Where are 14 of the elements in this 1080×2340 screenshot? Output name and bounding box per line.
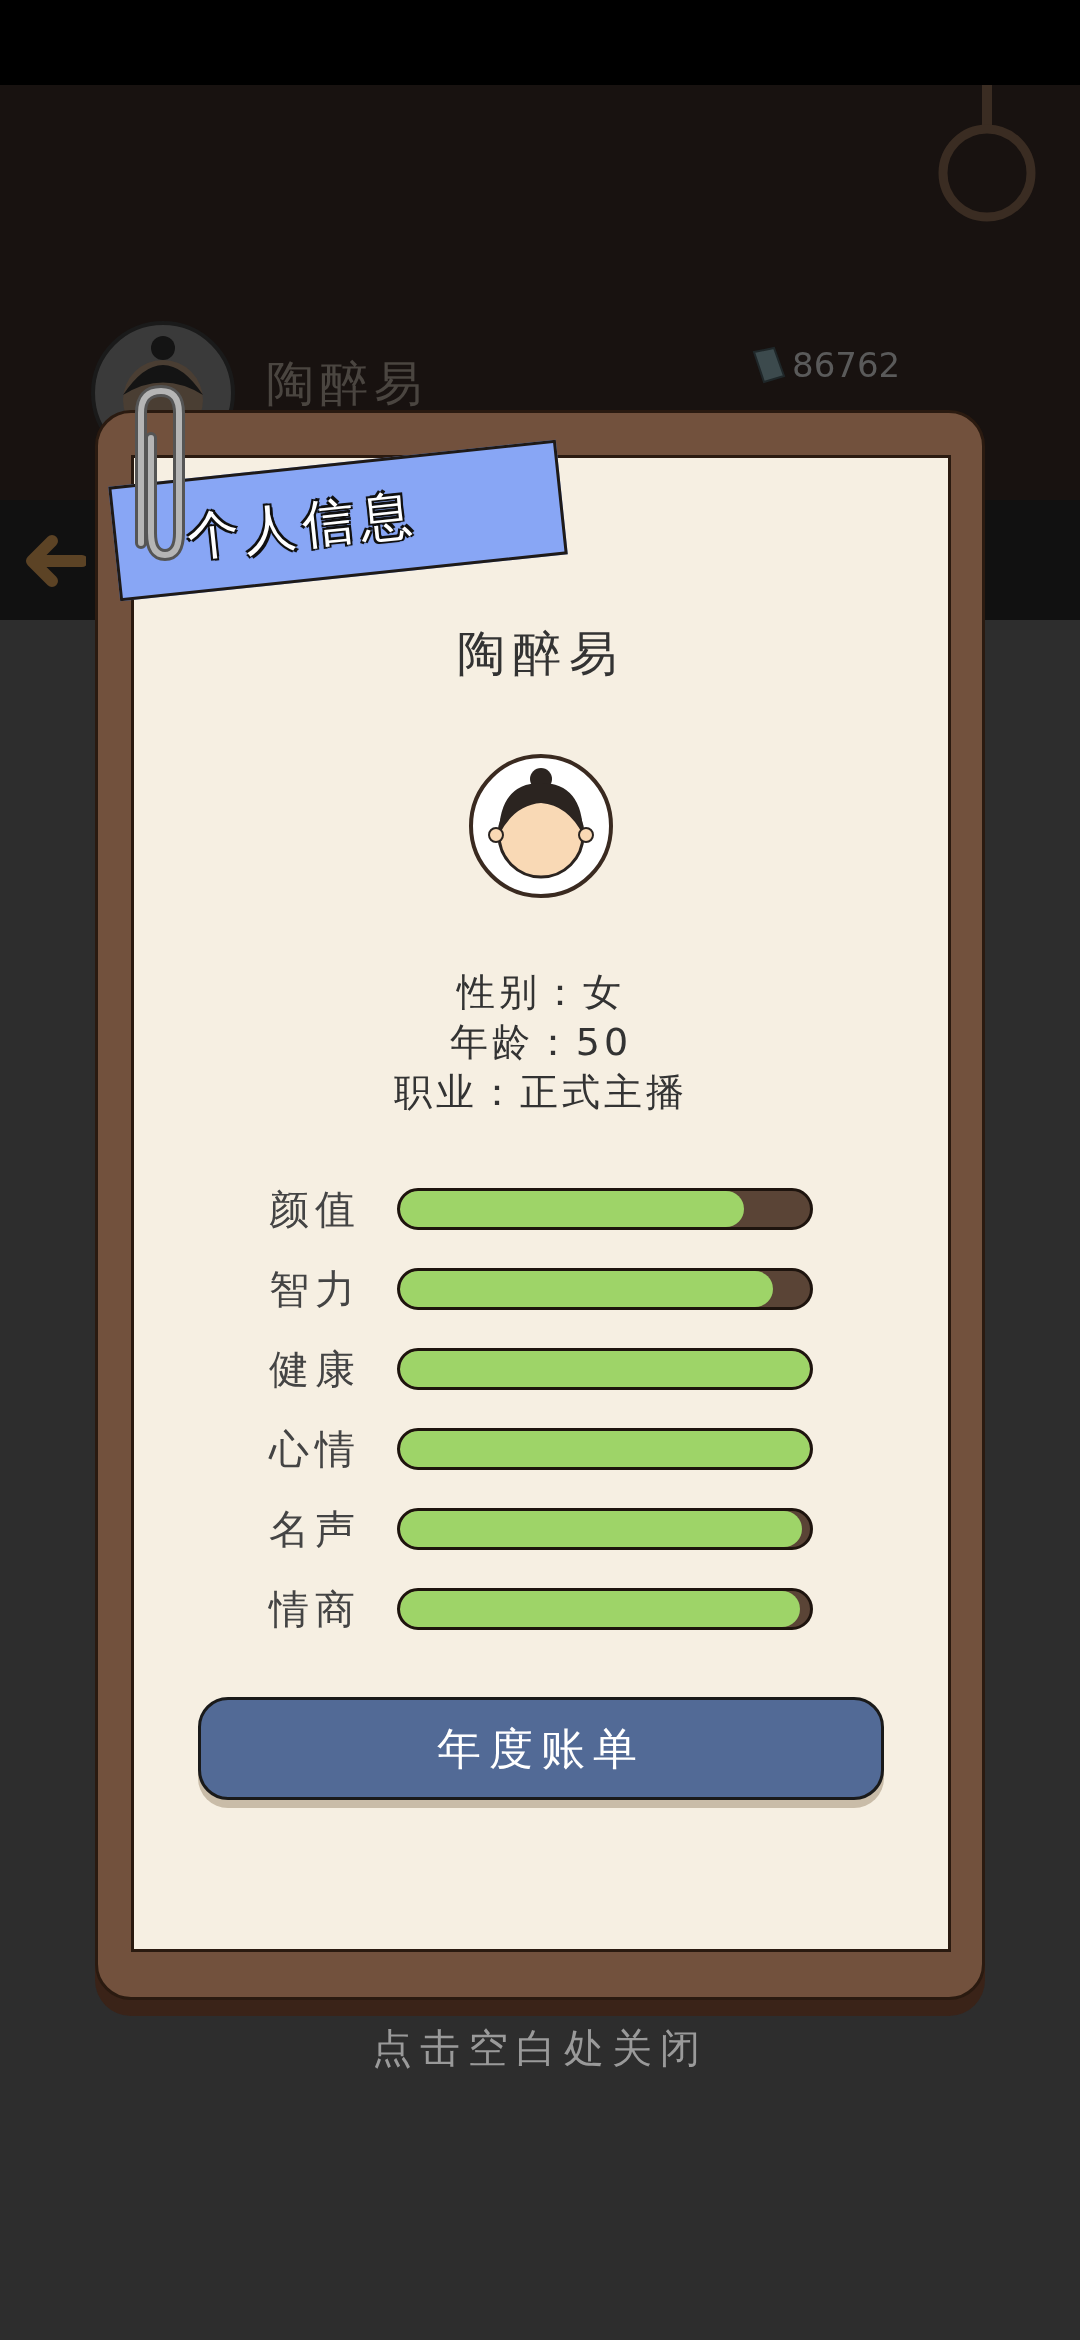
character-name: 陶醉易 (457, 624, 625, 683)
stat-label: 心情 (269, 1425, 361, 1474)
stat-label: 智力 (269, 1265, 361, 1314)
info-line: 年龄：50 (449, 1019, 633, 1066)
money-amount: 86762 (792, 344, 901, 387)
stat-label: 健康 (269, 1345, 361, 1394)
banknote-icon (750, 345, 786, 386)
info-line: 职业：正式主播 (394, 1069, 688, 1116)
stat-label: 名声 (269, 1505, 361, 1554)
stat-label: 颜值 (269, 1185, 361, 1234)
avatar-icon (468, 753, 614, 899)
stat-label: 情商 (269, 1585, 361, 1634)
close-hint[interactable]: 点击空白处关闭 (0, 2018, 1080, 2078)
info-line: 性别：女 (457, 969, 625, 1016)
